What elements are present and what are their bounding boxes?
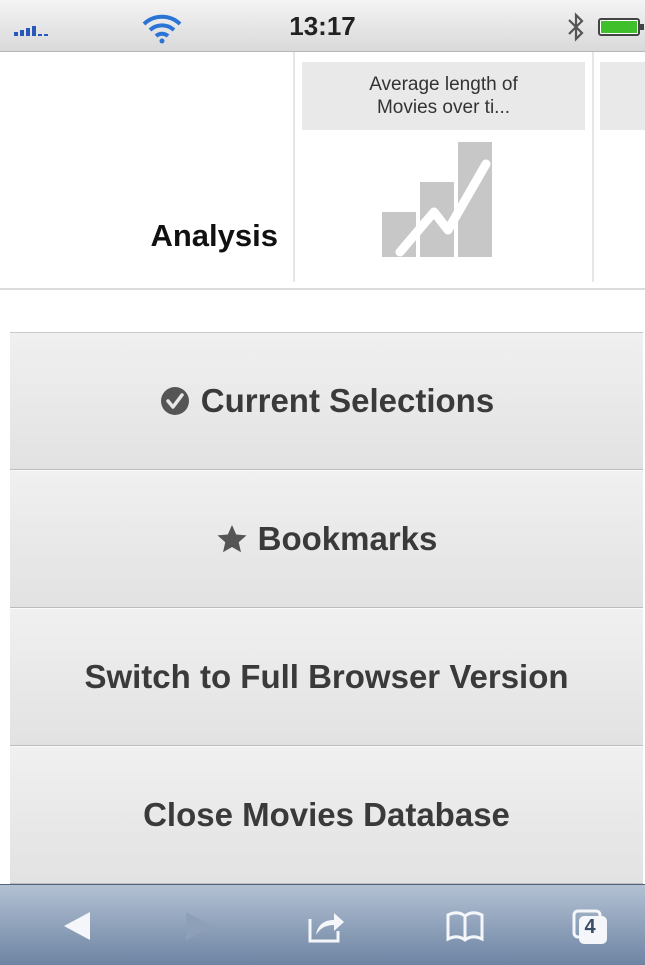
close-database-label: Close Movies Database (143, 796, 510, 833)
status-time: 13:17 (289, 11, 356, 41)
switch-full-browser-button[interactable]: Switch to Full Browser Version (10, 608, 643, 746)
bookmarks-button[interactable]: Bookmarks (10, 470, 643, 608)
back-button[interactable] (46, 885, 110, 965)
bookmarks-toolbar-button[interactable] (433, 885, 497, 965)
forward-icon (186, 912, 212, 940)
chart-thumbnail-title: Average length of Movies over ti... (302, 62, 585, 130)
forward-button[interactable] (166, 885, 230, 965)
bookmarks-book-icon (446, 911, 484, 942)
current-selections-button[interactable]: Current Selections (10, 332, 643, 470)
bookmarks-label: Bookmarks (257, 520, 438, 557)
star-icon (216, 523, 248, 555)
chart-thumbnail-2[interactable] (600, 62, 645, 130)
tab-count: 4 (584, 916, 596, 938)
browser-toolbar: 4 (0, 884, 645, 965)
analysis-label: Analysis (150, 218, 278, 253)
column-divider (293, 52, 295, 282)
menu-list: Current Selections Bookmarks Switch to F… (10, 332, 643, 884)
back-icon (64, 912, 90, 940)
chart-thumbnail[interactable]: Average length of Movies over ti... (302, 62, 585, 257)
switch-full-browser-label: Switch to Full Browser Version (84, 658, 569, 695)
share-icon (308, 913, 344, 943)
close-database-button[interactable]: Close Movies Database (10, 746, 643, 884)
status-bar: 13:17 (0, 0, 645, 52)
battery-icon (598, 18, 644, 36)
analysis-section: Analysis Average length of Movies over t… (0, 52, 645, 290)
bluetooth-icon (568, 12, 584, 42)
column-divider (592, 52, 594, 282)
checkmark-circle-icon (159, 385, 191, 417)
current-selections-label: Current Selections (200, 382, 495, 419)
share-button[interactable] (294, 885, 358, 965)
line-chart-icon (382, 142, 492, 257)
